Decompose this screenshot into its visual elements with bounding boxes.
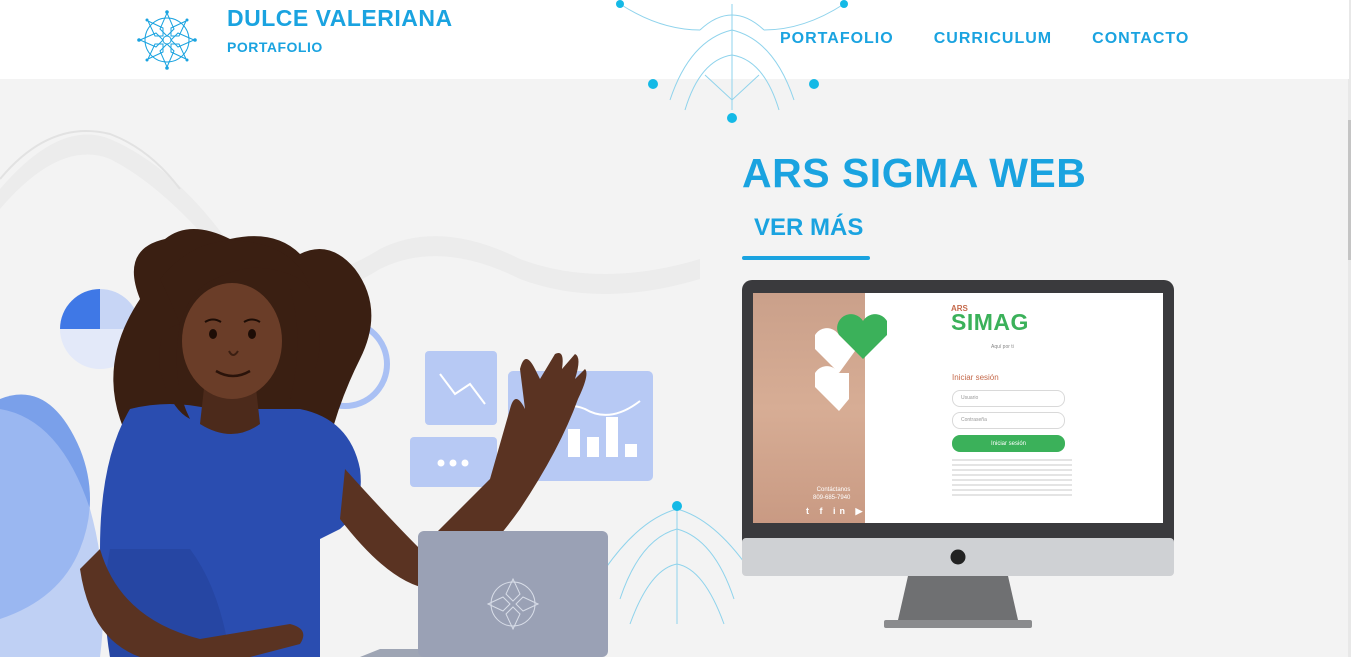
fine-print	[952, 459, 1072, 499]
nav-curriculum[interactable]: CURRICULUM	[934, 30, 1052, 48]
contact-phone: 809-685-7940	[813, 495, 851, 501]
password-field: Contraseña	[952, 412, 1065, 429]
website-screenshot: ARS SIMAG Aquí por ti Iniciar sesión Usu…	[753, 293, 1163, 523]
simag-tagline: Aquí por ti	[991, 344, 1014, 350]
simag-brand: SIMAG	[951, 309, 1029, 335]
username-field: Usuario	[952, 390, 1065, 407]
social-icons: t f in ▶	[806, 506, 867, 516]
ver-mas-button[interactable]: VER MÁS	[742, 214, 870, 260]
heart-logo-icon	[815, 314, 887, 411]
brand-name[interactable]: DULCE VALERIANA	[227, 5, 453, 32]
contact-label: Contáctanos	[816, 487, 851, 493]
brand-subtitle: PORTAFOLIO	[227, 39, 323, 55]
nav-contacto[interactable]: CONTACTO	[1092, 30, 1189, 48]
login-button: Iniciar sesión	[952, 435, 1065, 452]
woman-working-illustration	[0, 130, 757, 657]
login-title: Iniciar sesión	[952, 373, 999, 382]
lotus-ornament-icon	[616, 0, 848, 123]
mandala-logo-icon[interactable]	[136, 9, 198, 71]
contact-block: Contáctanos 809-685-7940	[813, 486, 850, 502]
project-title: ARS SIGMA WEB	[742, 150, 1087, 196]
